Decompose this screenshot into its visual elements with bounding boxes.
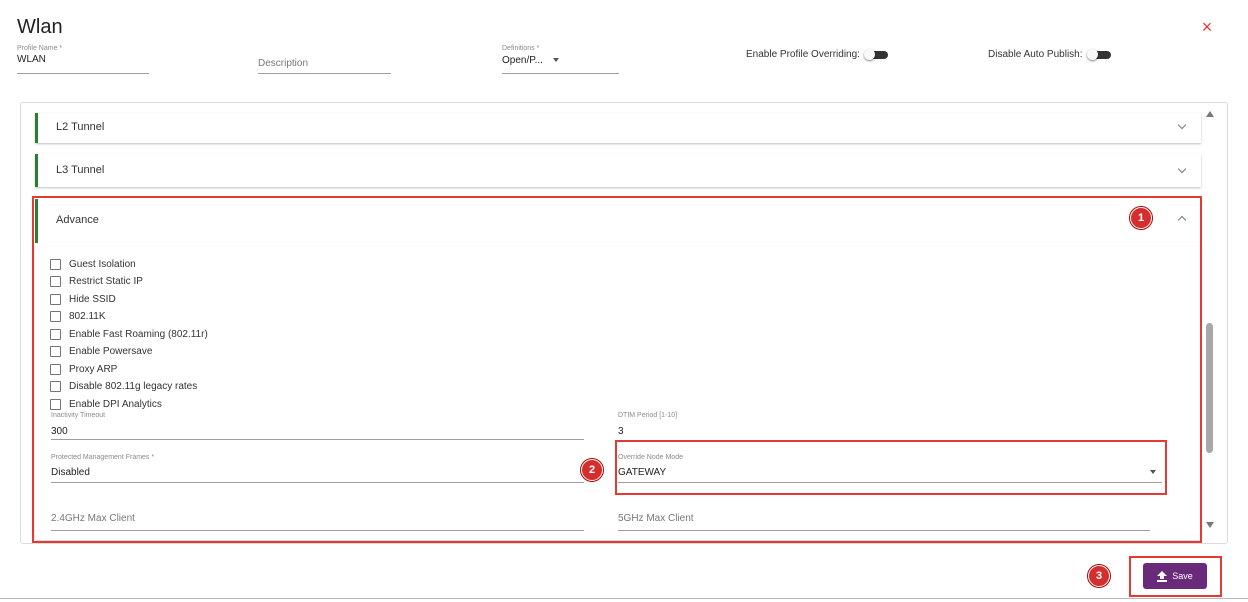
save-button-label: Save xyxy=(1172,571,1193,581)
description-field[interactable]: Description xyxy=(258,44,391,74)
section-l3-tunnel[interactable]: L3 Tunnel xyxy=(35,154,1201,187)
definitions-select[interactable]: Definitions * Open/P... xyxy=(502,44,619,74)
annotation-badge-3: 3 xyxy=(1088,565,1110,587)
profile-name-field[interactable]: Profile Name * WLAN xyxy=(17,44,149,74)
section-l2-tunnel[interactable]: L2 Tunnel xyxy=(35,113,1201,143)
section-l2-tunnel-title: L2 Tunnel xyxy=(56,121,105,133)
save-button[interactable]: Save xyxy=(1143,563,1207,589)
scroll-up-icon[interactable] xyxy=(1206,111,1214,117)
section-l3-tunnel-title: L3 Tunnel xyxy=(56,164,105,176)
footer-divider xyxy=(0,598,1248,599)
annotation-badge-2: 2 xyxy=(581,459,603,481)
scroll-down-icon[interactable] xyxy=(1206,522,1214,528)
enable-profile-overriding-toggle[interactable] xyxy=(863,49,888,60)
definitions-value-row[interactable]: Open/P... xyxy=(502,53,619,67)
upload-icon-base xyxy=(1157,579,1168,582)
toggle-knob xyxy=(1086,49,1098,60)
chevron-down-icon xyxy=(552,58,559,62)
definitions-value: Open/P... xyxy=(502,54,543,66)
disable-auto-publish-label: Disable Auto Publish: xyxy=(988,49,1083,60)
annotation-box-override-node-mode xyxy=(615,440,1167,495)
upload-icon xyxy=(1157,570,1168,582)
enable-profile-overriding: Enable Profile Overriding: xyxy=(746,49,888,60)
page-title: Wlan xyxy=(17,16,63,38)
upload-icon-stem xyxy=(1160,575,1165,579)
profile-name-underline xyxy=(17,73,149,74)
disable-auto-publish: Disable Auto Publish: xyxy=(988,49,1111,60)
description-label-spacer xyxy=(258,44,391,53)
toggle-knob xyxy=(863,49,875,60)
close-icon[interactable]: × xyxy=(1198,18,1216,36)
definitions-underline xyxy=(502,73,619,74)
definitions-label: Definitions * xyxy=(502,45,540,52)
scrollbar-thumb[interactable] xyxy=(1206,323,1213,453)
profile-name-label: Profile Name * xyxy=(17,45,63,52)
chevron-down-icon[interactable] xyxy=(1177,164,1187,174)
disable-auto-publish-toggle[interactable] xyxy=(1086,49,1111,60)
enable-profile-overriding-label: Enable Profile Overriding: xyxy=(746,49,860,60)
chevron-down-icon[interactable] xyxy=(1177,120,1187,130)
panel-scrollbar[interactable] xyxy=(1201,104,1226,542)
description-placeholder[interactable]: Description xyxy=(258,57,391,71)
description-underline xyxy=(258,73,391,74)
profile-name-value[interactable]: WLAN xyxy=(17,53,149,67)
annotation-badge-1: 1 xyxy=(1130,207,1152,229)
